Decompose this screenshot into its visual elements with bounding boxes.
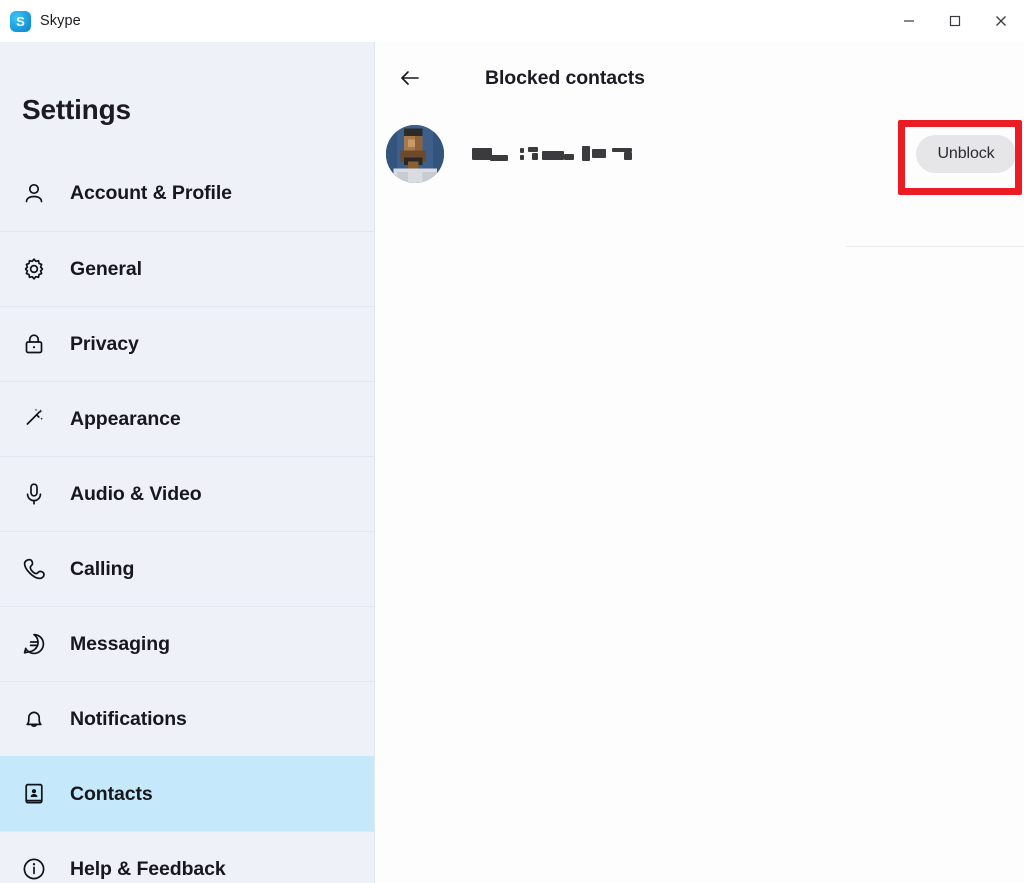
sidebar-item-label: Account & Profile xyxy=(70,182,232,204)
info-circle-icon xyxy=(20,855,48,883)
sidebar-item-account-profile[interactable]: Account & Profile xyxy=(0,156,374,231)
sidebar-item-label: Privacy xyxy=(70,332,139,355)
settings-nav-list: Account & Profile General Privacy Appear… xyxy=(0,156,374,883)
title-bar-left: S Skype xyxy=(0,10,81,32)
skype-settings-window: S Skype Settings Account & Profile Gener… xyxy=(0,0,1024,883)
panel-title: Blocked contacts xyxy=(485,66,645,89)
sidebar-item-label: Notifications xyxy=(70,707,187,730)
unblock-button-wrapper: Unblock xyxy=(916,135,1016,173)
sidebar-item-messaging[interactable]: Messaging xyxy=(0,606,374,681)
window-controls xyxy=(886,0,1024,42)
close-button[interactable] xyxy=(978,0,1024,42)
phone-icon xyxy=(20,555,48,583)
sidebar-item-appearance[interactable]: Appearance xyxy=(0,381,374,456)
sidebar-item-label: Audio & Video xyxy=(70,482,202,505)
blocked-contact-row: Unblock xyxy=(376,115,1024,193)
blocked-contacts-list: Unblock xyxy=(376,115,1024,247)
magic-wand-icon xyxy=(20,405,48,433)
title-bar: S Skype xyxy=(0,0,1024,42)
sidebar-item-label: Calling xyxy=(70,557,135,580)
sidebar-item-contacts[interactable]: Contacts xyxy=(0,756,374,831)
sidebar-item-label: General xyxy=(70,257,142,280)
maximize-button[interactable] xyxy=(932,0,978,42)
chat-bubble-icon xyxy=(20,630,48,658)
contact-avatar xyxy=(386,125,444,183)
minimize-button[interactable] xyxy=(886,0,932,42)
gear-icon xyxy=(20,255,48,283)
sidebar-item-notifications[interactable]: Notifications xyxy=(0,681,374,756)
lock-icon xyxy=(20,330,48,358)
sidebar-item-audio-video[interactable]: Audio & Video xyxy=(0,456,374,531)
panel-header: Blocked contacts xyxy=(376,42,1024,114)
person-icon xyxy=(20,180,48,208)
sidebar-item-label: Appearance xyxy=(70,407,181,430)
contacts-book-icon xyxy=(20,780,48,808)
settings-sidebar: Settings Account & Profile General Priva… xyxy=(0,42,375,883)
page-title: Settings xyxy=(22,94,131,125)
bell-icon xyxy=(20,705,48,733)
sidebar-item-label: Messaging xyxy=(70,632,170,655)
contact-name-redacted xyxy=(472,145,634,163)
microphone-icon xyxy=(20,480,48,508)
sidebar-item-general[interactable]: General xyxy=(0,231,374,306)
app-title: Skype xyxy=(40,13,81,29)
blocked-contacts-panel: Blocked contacts Unblock xyxy=(376,42,1024,883)
list-divider xyxy=(846,246,1024,247)
unblock-button[interactable]: Unblock xyxy=(916,135,1016,173)
sidebar-item-help-feedback[interactable]: Help & Feedback xyxy=(0,831,374,883)
skype-logo-icon: S xyxy=(10,10,31,32)
sidebar-item-calling[interactable]: Calling xyxy=(0,531,374,606)
sidebar-item-label: Contacts xyxy=(70,782,153,805)
sidebar-item-label: Help & Feedback xyxy=(70,857,226,880)
back-arrow-icon[interactable] xyxy=(393,61,427,95)
sidebar-item-privacy[interactable]: Privacy xyxy=(0,306,374,381)
